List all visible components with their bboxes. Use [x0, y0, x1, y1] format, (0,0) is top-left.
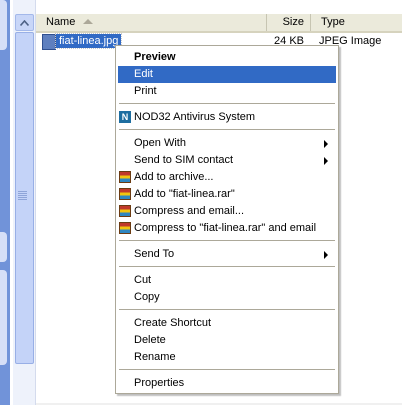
- column-header-name[interactable]: Name: [36, 14, 266, 31]
- menu-item-compress-email[interactable]: Compress and email...: [118, 203, 336, 220]
- menu-item-send-to-sim-label: Send to SIM contact: [134, 154, 234, 166]
- menu-separator: [119, 309, 335, 310]
- menu-item-nod32[interactable]: N NOD32 Antivirus System: [118, 109, 336, 126]
- winrar-icon: [119, 205, 131, 217]
- menu-item-delete[interactable]: Delete: [118, 332, 336, 349]
- menu-item-add-to-rar-label: Add to "fiat-linea.rar": [134, 188, 235, 200]
- menu-item-rename[interactable]: Rename: [118, 349, 336, 366]
- menu-item-nod32-label: NOD32 Antivirus System: [134, 111, 256, 123]
- submenu-arrow-icon: [324, 251, 328, 259]
- column-header-name-label: Name: [46, 16, 76, 28]
- menu-item-open-with-label: Open With: [134, 137, 186, 149]
- menu-item-add-to-archive[interactable]: Add to archive...: [118, 169, 336, 186]
- menu-item-cut[interactable]: Cut: [118, 272, 336, 289]
- vertical-scrollbar[interactable]: [13, 0, 36, 405]
- menu-separator: [119, 129, 335, 130]
- menu-item-add-to-archive-label: Add to archive...: [134, 171, 214, 183]
- menu-separator: [119, 103, 335, 104]
- submenu-arrow-icon: [324, 157, 328, 165]
- menu-item-preview[interactable]: Preview: [118, 49, 336, 66]
- column-header-bar: Name Size Type: [36, 14, 402, 33]
- menu-item-open-with[interactable]: Open With: [118, 135, 336, 152]
- menu-item-add-to-rar[interactable]: Add to "fiat-linea.rar": [118, 186, 336, 203]
- menu-item-print[interactable]: Print: [118, 83, 336, 100]
- scroll-grip-icon: [18, 191, 27, 201]
- file-name[interactable]: fiat-linea.jpg: [54, 33, 123, 49]
- nod32-icon: N: [119, 111, 131, 123]
- column-header-size[interactable]: Size: [266, 14, 308, 31]
- submenu-arrow-icon: [324, 140, 328, 148]
- winrar-icon: [119, 222, 131, 234]
- column-header-type[interactable]: Type: [310, 14, 402, 31]
- jpeg-file-icon: [42, 34, 56, 50]
- menu-separator: [119, 369, 335, 370]
- task-pane-block: [0, 270, 7, 365]
- task-pane-block: [0, 0, 7, 50]
- menu-item-edit[interactable]: Edit: [118, 66, 336, 83]
- task-pane-block: [0, 232, 7, 262]
- task-pane-edge: [0, 0, 10, 405]
- winrar-icon: [119, 188, 131, 200]
- menu-separator: [119, 266, 335, 267]
- menu-item-send-to[interactable]: Send To: [118, 246, 336, 263]
- menu-item-properties[interactable]: Properties: [118, 375, 336, 392]
- menu-item-compress-rar-email-label: Compress to "fiat-linea.rar" and email: [134, 222, 317, 234]
- scroll-up-button[interactable]: [15, 14, 34, 31]
- menu-item-send-to-sim[interactable]: Send to SIM contact: [118, 152, 336, 169]
- menu-separator: [119, 240, 335, 241]
- menu-item-copy[interactable]: Copy: [118, 289, 336, 306]
- sort-ascending-icon: [83, 19, 94, 24]
- menu-item-compress-email-label: Compress and email...: [134, 205, 245, 217]
- chevron-up-icon: [20, 19, 29, 26]
- menu-item-create-shortcut[interactable]: Create Shortcut: [118, 315, 336, 332]
- menu-item-compress-rar-email[interactable]: Compress to "fiat-linea.rar" and email: [118, 220, 336, 237]
- winrar-icon: [119, 171, 131, 183]
- context-menu: Preview Edit Print N NOD32 Antivirus Syst…: [115, 45, 339, 394]
- menu-item-send-to-label: Send To: [134, 248, 175, 260]
